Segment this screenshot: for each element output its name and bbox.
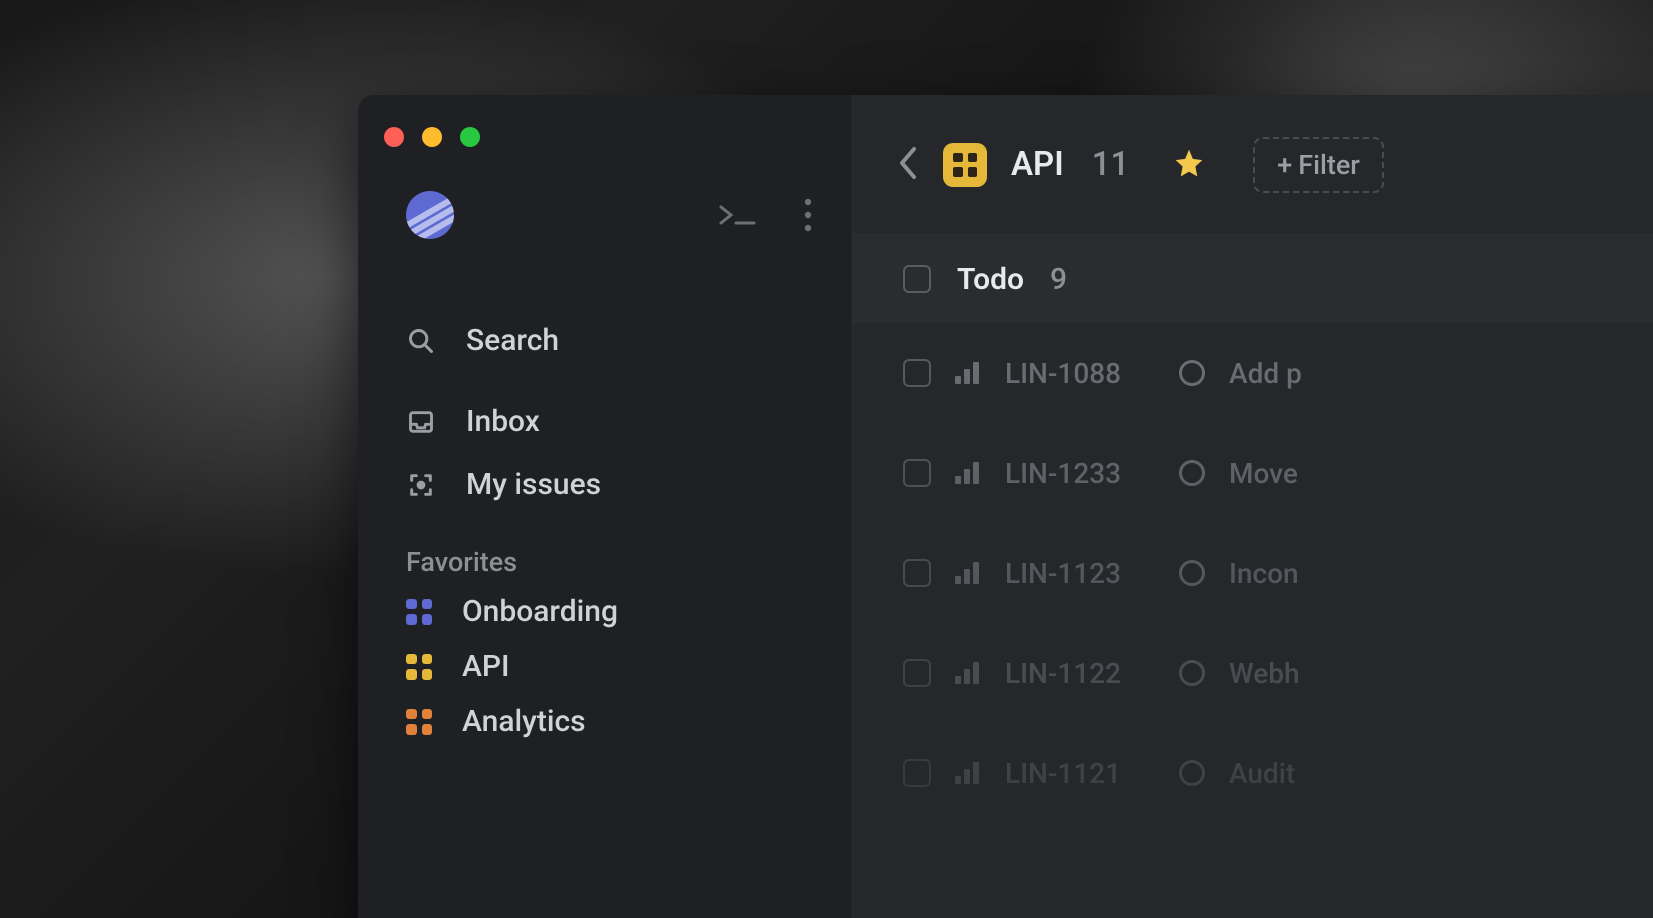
close-window-button[interactable] [384,127,404,147]
issue-id: LIN-1088 [1005,357,1155,390]
fullscreen-window-button[interactable] [460,127,480,147]
more-menu-icon[interactable] [804,198,812,232]
sidebar-item-inbox[interactable]: Inbox [406,390,812,453]
project-title[interactable]: API [1011,145,1064,184]
back-button[interactable] [897,145,919,185]
sidebar-favorite-api[interactable]: API [358,639,852,694]
checkbox[interactable] [903,659,931,687]
sidebar-favorite-onboarding[interactable]: Onboarding [358,584,852,639]
main-pane: API 11 + Filter Todo 9 LIN-1088 [852,95,1653,918]
minimize-window-button[interactable] [422,127,442,147]
issue-id: LIN-1122 [1005,657,1155,690]
workspace-logo[interactable] [406,191,454,239]
sidebar-item-label: Onboarding [462,594,618,629]
issue-row[interactable]: LIN-1122 Webh [853,623,1653,723]
checkbox[interactable] [903,265,931,293]
target-icon [406,471,436,499]
priority-icon[interactable] [955,362,981,384]
checkbox[interactable] [903,559,931,587]
issue-group-header[interactable]: Todo 9 [853,235,1653,323]
issue-id: LIN-1123 [1005,557,1155,590]
plus-icon: + [1277,149,1292,181]
sidebar-item-my-issues[interactable]: My issues [406,453,812,516]
workspace-row [358,191,852,239]
sidebar-item-label: My issues [466,467,601,502]
issue-id: LIN-1233 [1005,457,1155,490]
issue-id: LIN-1121 [1005,757,1155,790]
priority-icon[interactable] [955,562,981,584]
project-issue-count: 11 [1092,145,1130,184]
issue-title: Move [1229,457,1298,490]
checkbox[interactable] [903,459,931,487]
sidebar-item-search[interactable]: Search [406,309,812,372]
group-count: 9 [1050,262,1067,297]
favorite-star-icon[interactable] [1173,147,1205,183]
project-icon [406,709,432,735]
issue-row[interactable]: LIN-1233 Move [853,423,1653,523]
project-icon [943,143,987,187]
sidebar-item-label: API [462,649,510,684]
nav-section: Search Inbox M [358,309,852,516]
issue-row[interactable]: LIN-1121 Audit [853,723,1653,823]
priority-icon[interactable] [955,762,981,784]
main-header: API 11 + Filter [853,95,1653,235]
priority-icon[interactable] [955,662,981,684]
app-window: Search Inbox M [358,95,1653,918]
status-icon[interactable] [1179,360,1205,386]
project-icon [406,599,432,625]
inbox-icon [406,408,436,436]
issue-row[interactable]: LIN-1088 Add p [853,323,1653,423]
issue-title: Incon [1229,557,1299,590]
issue-title: Add p [1229,357,1302,390]
issue-title: Audit [1229,757,1295,790]
project-icon [406,654,432,680]
search-icon [406,327,436,355]
issues-list: LIN-1088 Add p LIN-1233 Move LIN-1123 In… [853,323,1653,918]
status-icon[interactable] [1179,560,1205,586]
issue-title: Webh [1229,657,1300,690]
window-titlebar [358,117,852,157]
status-icon[interactable] [1179,660,1205,686]
filter-button[interactable]: + Filter [1253,137,1384,193]
issue-row[interactable]: LIN-1123 Incon [853,523,1653,623]
checkbox[interactable] [903,359,931,387]
sidebar: Search Inbox M [358,95,852,918]
status-icon[interactable] [1179,460,1205,486]
command-palette-icon[interactable] [718,204,758,226]
status-icon[interactable] [1179,760,1205,786]
group-name: Todo [957,262,1024,297]
sidebar-favorite-analytics[interactable]: Analytics [358,694,852,749]
priority-icon[interactable] [955,462,981,484]
checkbox[interactable] [903,759,931,787]
favorites-heading: Favorites [358,546,852,584]
sidebar-item-label: Analytics [462,704,586,739]
sidebar-item-label: Inbox [466,404,540,439]
sidebar-item-label: Search [466,323,559,358]
filter-button-label: Filter [1298,149,1360,181]
